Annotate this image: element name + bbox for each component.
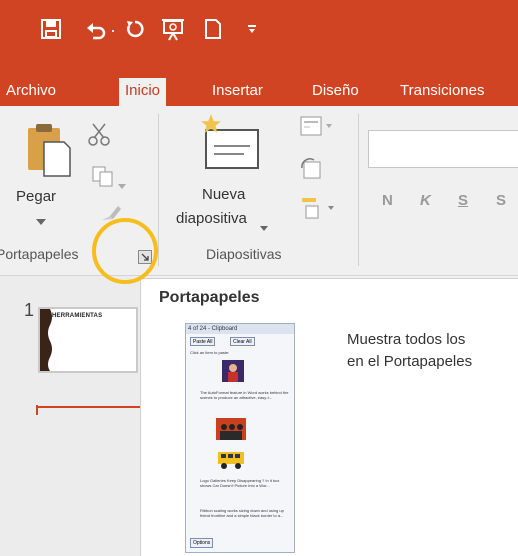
bold-button[interactable]: N xyxy=(382,192,393,209)
reset-icon[interactable] xyxy=(300,158,322,185)
redo-icon[interactable] xyxy=(124,18,146,45)
tab-diseno[interactable]: Diseño xyxy=(306,78,365,106)
new-slide-icon[interactable] xyxy=(198,114,260,177)
copy-dropdown-icon[interactable] xyxy=(118,176,126,194)
underline-button[interactable]: S xyxy=(458,192,468,209)
tab-transiciones[interactable]: Transiciones xyxy=(394,78,490,106)
tab-archivo[interactable]: Archivo xyxy=(0,78,62,106)
clipboard-item-text: Ribbon scaling works sizing down and usi… xyxy=(200,508,284,518)
undo-dropdown-icon[interactable]: · xyxy=(110,18,116,42)
slides-pane: 1 HERRAMIENTAS xyxy=(0,276,140,556)
new-document-icon[interactable] xyxy=(204,18,222,45)
new-slide-label-line1[interactable]: Nueva xyxy=(202,186,245,203)
customize-icon[interactable] xyxy=(246,18,258,42)
group-separator xyxy=(358,114,359,266)
clipboard-group-label: Portapapeles xyxy=(0,246,79,262)
highlight-circle xyxy=(92,218,158,284)
slide-number: 1 xyxy=(24,300,35,320)
paste-dropdown-icon[interactable] xyxy=(36,212,46,230)
undo-icon[interactable] xyxy=(84,18,108,45)
tab-insertar[interactable]: Insertar xyxy=(206,78,269,106)
group-separator xyxy=(158,114,159,266)
layout-icon[interactable] xyxy=(300,116,334,143)
paste-icon[interactable] xyxy=(26,122,74,185)
save-icon[interactable] xyxy=(40,18,62,45)
clipboard-preview-header: 4 of 24 - Clipboard xyxy=(186,324,294,334)
tooltip-description-line: en el Portapapeles xyxy=(347,353,473,370)
tooltip-description: Muestra todos los en el Portapapeles xyxy=(347,329,518,373)
new-slide-dropdown-icon[interactable] xyxy=(260,218,268,236)
slides-group-label: Diapositivas xyxy=(206,246,282,262)
paste-button-label[interactable]: Pegar xyxy=(16,188,56,205)
clipboard-hint: Click an item to paste: xyxy=(190,350,230,355)
tooltip-description-line: Muestra todos los xyxy=(347,331,466,348)
present-icon[interactable] xyxy=(160,18,186,47)
clipboard-tooltip: Portapapeles 4 of 24 - Clipboard Paste A… xyxy=(140,278,518,556)
clipboard-item-text: Logo Galleries Keep Disappearing ? In it… xyxy=(200,478,280,488)
slide-insertion-arrow-icon xyxy=(36,402,42,420)
ribbon: Pegar Portapapeles Nueva diapositiva Dia… xyxy=(0,106,518,276)
clip-image-icon xyxy=(222,360,244,382)
tooltip-title: Portapapeles xyxy=(159,289,260,306)
paste-all-button: Paste All xyxy=(190,337,216,346)
italic-button[interactable]: K xyxy=(420,192,431,209)
clipboard-item-text: The AutoFormat feature in Word works beh… xyxy=(200,390,289,400)
slide-thumbnail[interactable]: HERRAMIENTAS xyxy=(38,307,138,373)
copy-icon[interactable] xyxy=(92,166,114,193)
options-button: Options xyxy=(190,538,214,548)
clip-image-icon xyxy=(216,418,246,440)
clear-all-button: Clear All xyxy=(230,337,255,346)
font-name-box[interactable] xyxy=(368,130,518,168)
slide-insertion-line xyxy=(38,406,140,408)
slide-thumbnail-title: HERRAMIENTAS xyxy=(52,313,103,319)
cut-icon[interactable] xyxy=(88,122,110,151)
new-slide-label-line2[interactable]: diapositiva xyxy=(176,210,247,227)
quick-access-toolbar: · xyxy=(0,0,518,72)
ribbon-tabs: Archivo Inicio Insertar Diseño Transicio… xyxy=(0,72,518,106)
section-icon[interactable] xyxy=(300,196,336,225)
tab-inicio[interactable]: Inicio xyxy=(119,78,167,106)
strikethrough-button[interactable]: S xyxy=(496,192,506,209)
clipboard-pane-preview: 4 of 24 - Clipboard Paste All Clear All … xyxy=(185,323,295,553)
clip-image-icon xyxy=(218,452,244,469)
